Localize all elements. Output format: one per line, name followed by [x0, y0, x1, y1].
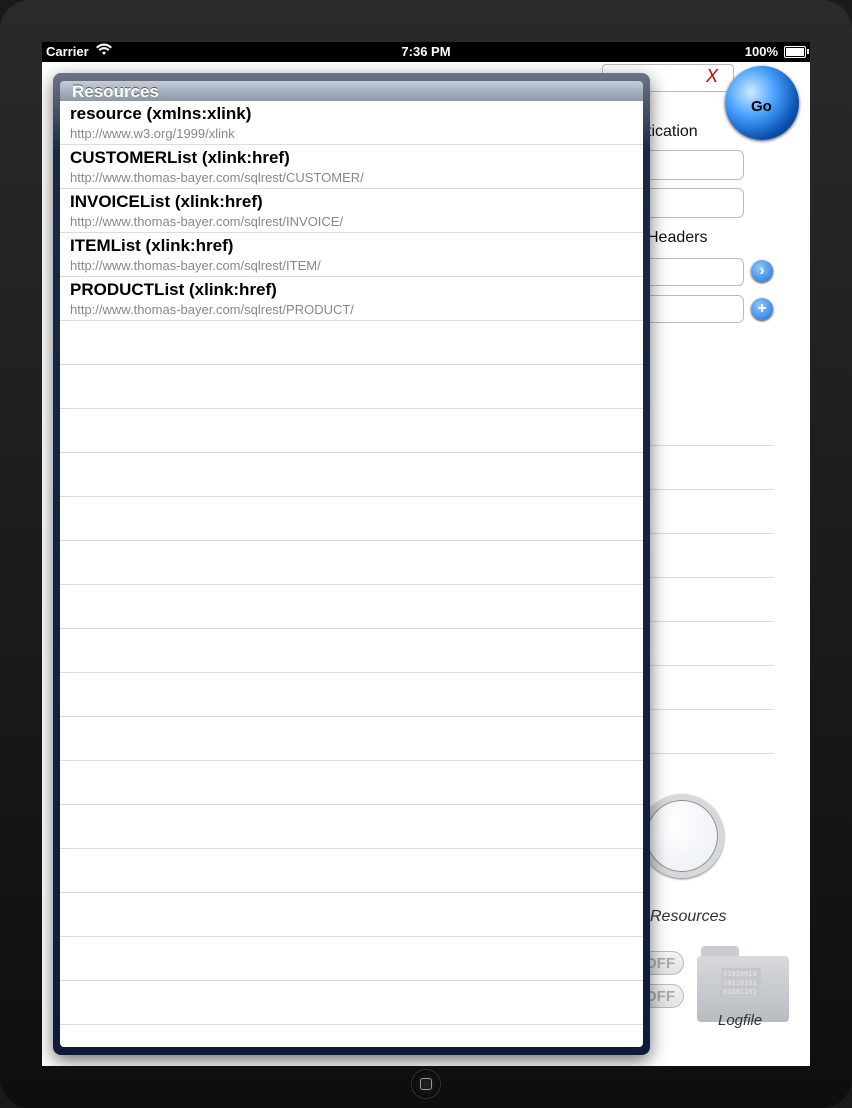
go-button[interactable]: Go — [725, 66, 799, 140]
battery-tip — [807, 49, 809, 54]
folder-icon[interactable]: 01010010 10110101 01001101 — [697, 946, 789, 1022]
list-item-title: CUSTOMERList (xlink:href) — [70, 148, 290, 167]
empty-row — [60, 981, 643, 1025]
empty-row — [60, 497, 643, 541]
clock: 7:36 PM — [401, 44, 451, 59]
empty-row — [60, 409, 643, 453]
popover-header: Resources — [60, 81, 643, 101]
plus-icon[interactable]: + — [751, 298, 773, 320]
empty-row — [60, 365, 643, 409]
empty-row — [60, 717, 643, 761]
list-item-title: ITEMList (xlink:href) — [70, 236, 234, 255]
authentication-label: tication — [647, 123, 698, 140]
resources-button-label: Resources — [650, 908, 727, 925]
resources-popover: Resources resource (xmlns:xlink) http://… — [53, 73, 650, 1055]
empty-row — [60, 541, 643, 585]
empty-row — [60, 761, 643, 805]
list-item-title: resource (xmlns:xlink) — [70, 104, 252, 123]
empty-row — [60, 321, 643, 365]
list-item-subtitle: http://www.thomas-bayer.com/sqlrest/ITEM… — [70, 258, 321, 273]
headers-label: Headers — [647, 229, 708, 246]
list-item[interactable]: resource (xmlns:xlink) http://www.w3.org… — [60, 101, 643, 145]
empty-row — [60, 453, 643, 497]
list-item-subtitle: http://www.w3.org/1999/xlink — [70, 126, 235, 141]
empty-row — [60, 585, 643, 629]
magnifier-icon[interactable] — [640, 794, 724, 878]
list-item-subtitle: http://www.thomas-bayer.com/sqlrest/CUST… — [70, 170, 364, 185]
list-item-title: PRODUCTList (xlink:href) — [70, 280, 277, 299]
binary-document-icon: 01010010 10110101 01001101 — [721, 968, 761, 998]
popover-title: Resources — [72, 82, 159, 101]
go-button-label: Go — [751, 98, 772, 115]
battery-icon — [784, 46, 806, 58]
empty-row — [60, 805, 643, 849]
empty-row — [60, 849, 643, 893]
status-bar: Carrier 7:36 PM 100% — [42, 42, 810, 62]
battery-percent: 100% — [744, 44, 778, 59]
resources-list[interactable]: resource (xmlns:xlink) http://www.w3.org… — [60, 101, 643, 1047]
logfile-label: Logfile — [718, 1012, 763, 1029]
list-item[interactable]: PRODUCTList (xlink:href) http://www.thom… — [60, 277, 643, 321]
empty-row — [60, 937, 643, 981]
list-item-title: INVOICEList (xlink:href) — [70, 192, 263, 211]
list-item-subtitle: http://www.thomas-bayer.com/sqlrest/INVO… — [70, 214, 344, 229]
list-item[interactable]: CUSTOMERList (xlink:href) http://www.tho… — [60, 145, 643, 189]
empty-row — [60, 673, 643, 717]
screen: Carrier 7:36 PM 100% X Go tication Heade… — [42, 42, 810, 1066]
list-item[interactable]: INVOICEList (xlink:href) http://www.thom… — [60, 189, 643, 233]
home-button[interactable] — [412, 1070, 440, 1098]
empty-row — [60, 893, 643, 937]
empty-row — [60, 1025, 643, 1047]
empty-row — [60, 629, 643, 673]
clear-url-icon[interactable]: X — [706, 66, 718, 87]
chevron-right-icon[interactable]: › — [751, 260, 773, 282]
list-item[interactable]: ITEMList (xlink:href) http://www.thomas-… — [60, 233, 643, 277]
list-item-subtitle: http://www.thomas-bayer.com/sqlrest/PROD… — [70, 302, 354, 317]
